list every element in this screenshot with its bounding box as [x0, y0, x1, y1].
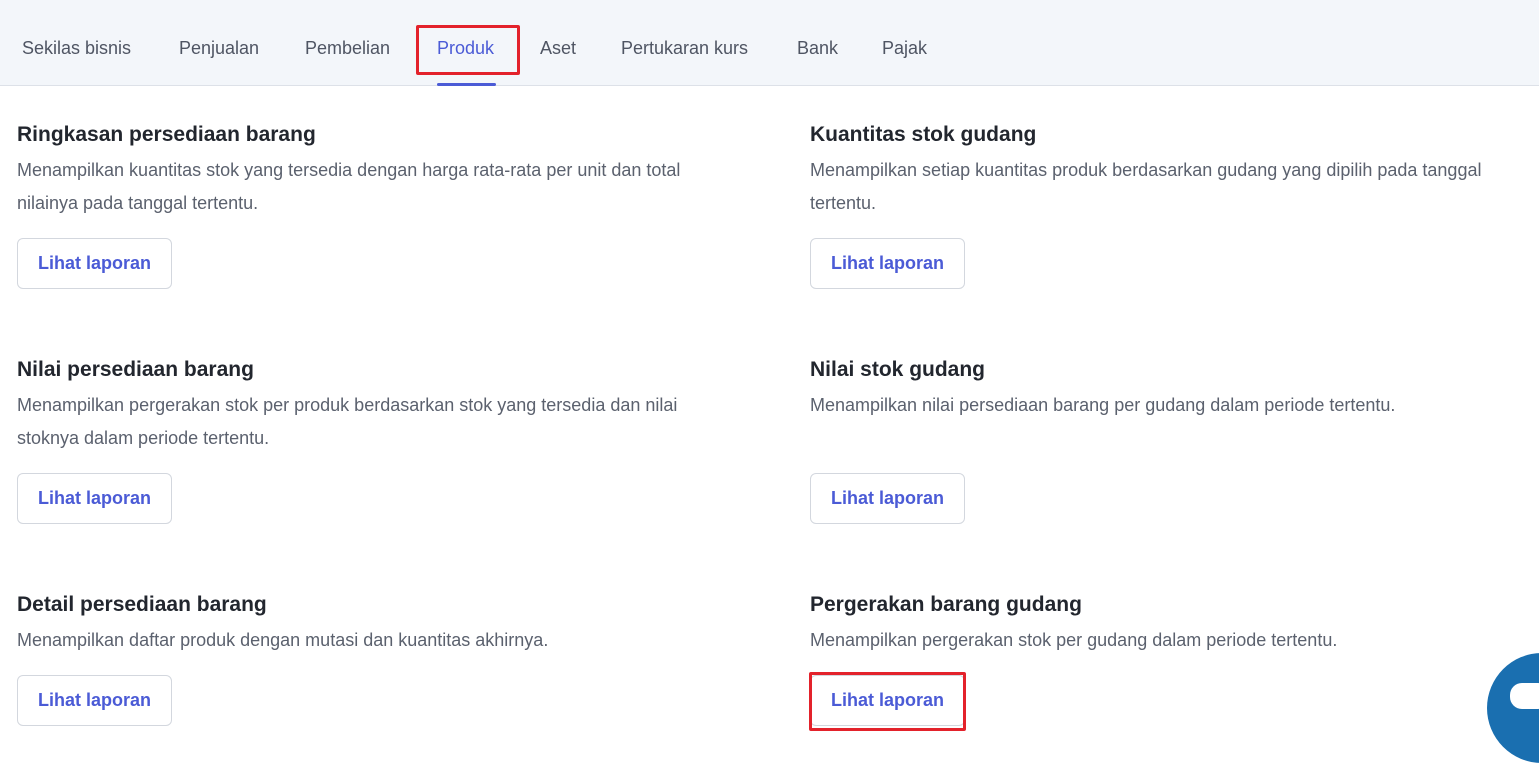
active-tab-indicator [437, 83, 496, 86]
view-report-button[interactable]: Lihat laporan [810, 675, 965, 726]
report-card-ringkasan-persediaan: Ringkasan persediaan barang Menampilkan … [17, 122, 747, 220]
report-tab-bar: Sekilas bisnis Penjualan Pembelian Produ… [0, 0, 1539, 86]
tab-aset[interactable]: Aset [540, 38, 576, 59]
tab-pajak[interactable]: Pajak [882, 38, 927, 59]
report-card-pergerakan-barang-gudang: Pergerakan barang gudang Menampilkan per… [810, 592, 1539, 657]
report-description: Menampilkan nilai persediaan barang per … [810, 395, 1396, 415]
report-title: Nilai persediaan barang [17, 358, 254, 381]
report-card-nilai-stok-gudang: Nilai stok gudang Menampilkan nilai pers… [810, 357, 1539, 422]
report-title: Kuantitas stok gudang [810, 123, 1037, 146]
view-report-button[interactable]: Lihat laporan [17, 473, 172, 524]
tab-pertukaran-kurs[interactable]: Pertukaran kurs [621, 38, 748, 59]
report-card-nilai-persediaan: Nilai persediaan barang Menampilkan perg… [17, 357, 747, 455]
report-description: Menampilkan setiap kuantitas produk berd… [810, 160, 1482, 213]
tab-bank[interactable]: Bank [797, 38, 838, 59]
tab-produk[interactable]: Produk [437, 38, 494, 59]
report-description: Menampilkan daftar produk dengan mutasi … [17, 630, 549, 650]
view-report-button[interactable]: Lihat laporan [810, 473, 965, 524]
report-description: Menampilkan kuantitas stok yang tersedia… [17, 160, 681, 213]
report-description: Menampilkan pergerakan stok per produk b… [17, 395, 678, 448]
tab-pembelian[interactable]: Pembelian [305, 38, 390, 59]
tab-sekilas-bisnis[interactable]: Sekilas bisnis [22, 38, 131, 59]
report-title: Nilai stok gudang [810, 358, 986, 381]
view-report-button[interactable]: Lihat laporan [17, 238, 172, 289]
report-title: Pergerakan barang gudang [810, 593, 1082, 616]
report-description: Menampilkan pergerakan stok per gudang d… [810, 630, 1338, 650]
view-report-button[interactable]: Lihat laporan [810, 238, 965, 289]
report-card-detail-persediaan: Detail persediaan barang Menampilkan daf… [17, 592, 747, 657]
view-report-button[interactable]: Lihat laporan [17, 675, 172, 726]
tab-penjualan[interactable]: Penjualan [179, 38, 259, 59]
report-title: Ringkasan persediaan barang [17, 123, 316, 146]
chat-bubble-icon [1510, 683, 1539, 709]
report-title: Detail persediaan barang [17, 593, 267, 616]
report-card-kuantitas-stok-gudang: Kuantitas stok gudang Menampilkan setiap… [810, 122, 1539, 220]
